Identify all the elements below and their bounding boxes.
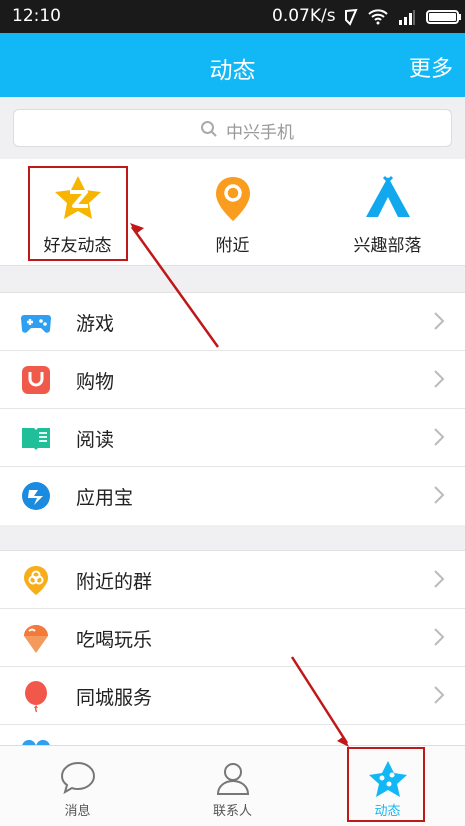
app-store-icon: [22, 482, 50, 510]
list-item-label: 吃喝玩乐: [76, 629, 153, 651]
chevron-right-icon: [434, 370, 445, 388]
wifi-icon: [368, 9, 388, 25]
list-item-app-store[interactable]: 应用宝: [0, 467, 465, 525]
mute-icon: [345, 8, 358, 26]
list-item-label: 附近的群: [76, 571, 153, 593]
list-section-local: 附近的群 吃喝玩乐 同城服务: [0, 550, 465, 745]
search-icon: [201, 121, 217, 137]
list-item-food-fun[interactable]: 吃喝玩乐: [0, 609, 465, 667]
network-speed: 0.07K/s: [272, 6, 336, 26]
balloon-icon: [25, 681, 47, 712]
list-item-game[interactable]: 游戏: [0, 293, 465, 351]
chevron-right-icon: [434, 428, 445, 446]
list-item-label: 阅读: [76, 429, 115, 451]
quick-label: 附近: [215, 236, 250, 256]
signal-icon: [399, 10, 415, 25]
tab-contacts[interactable]: 联系人: [155, 746, 310, 826]
list-item-partial[interactable]: [0, 725, 465, 745]
location-pin-icon: [215, 177, 250, 221]
search-area: 中兴手机: [0, 97, 465, 159]
status-bar: 12:10 0.07K/s: [0, 0, 465, 33]
quick-label: 兴趣部落: [353, 236, 422, 256]
tent-icon: [365, 175, 410, 217]
tab-messages[interactable]: 消息: [0, 746, 155, 826]
battery-icon: [426, 10, 461, 24]
chat-bubble-icon: [60, 761, 95, 795]
list-item-shopping[interactable]: 购物: [0, 351, 465, 409]
quick-item-interest-tribe[interactable]: 兴趣部落: [310, 159, 465, 266]
book-icon: [22, 428, 50, 450]
chevron-right-icon: [434, 686, 445, 704]
chevron-right-icon: [434, 312, 445, 330]
search-input[interactable]: 中兴手机: [13, 109, 452, 147]
highlight-box: [28, 166, 128, 261]
quick-item-nearby[interactable]: 附近: [155, 159, 310, 266]
tab-label: 消息: [64, 804, 91, 819]
list-item-city-services[interactable]: 同城服务: [0, 667, 465, 725]
status-icons: [340, 8, 462, 26]
contacts-icon: [216, 763, 249, 795]
list-item-label: 应用宝: [76, 487, 134, 509]
chevron-right-icon: [434, 628, 445, 646]
shopping-bag-icon: [22, 366, 50, 394]
gamepad-icon: [21, 315, 51, 333]
heart-icon: [22, 739, 50, 745]
highlight-box: [347, 747, 425, 822]
list-section-services: 游戏 购物 阅读 应用宝: [0, 292, 465, 525]
search-placeholder: 中兴手机: [226, 123, 294, 143]
nearby-groups-icon: [24, 566, 48, 595]
chevron-right-icon: [434, 486, 445, 504]
tab-label: 联系人: [212, 804, 252, 819]
list-item-label: 购物: [76, 371, 115, 393]
title-bar: 动态 更多: [0, 33, 465, 97]
list-item-label: 游戏: [76, 313, 115, 335]
status-time: 12:10: [12, 6, 61, 26]
page-title: 动态: [209, 58, 256, 84]
list-item-nearby-groups[interactable]: 附近的群: [0, 551, 465, 609]
list-item-label: 同城服务: [76, 687, 153, 709]
list-item-reading[interactable]: 阅读: [0, 409, 465, 467]
ice-cream-icon: [24, 625, 48, 653]
more-button[interactable]: 更多: [409, 51, 453, 83]
chevron-right-icon: [434, 570, 445, 588]
